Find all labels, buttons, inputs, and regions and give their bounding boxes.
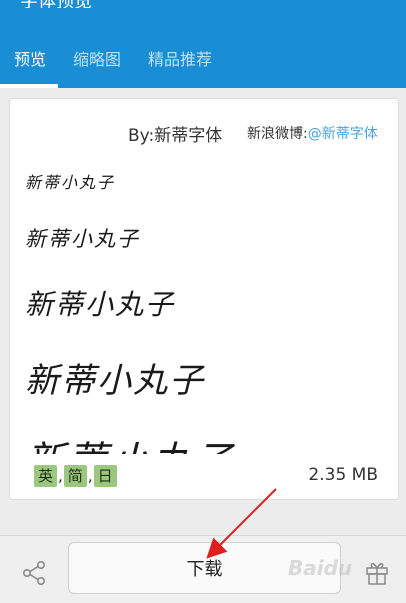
- weibo-info: 新浪微博:@新蒂字体: [247, 123, 378, 143]
- language-tags: 英,简,日: [34, 465, 117, 487]
- weibo-label: 新浪微博:: [247, 126, 308, 142]
- tag-separator: ,: [87, 467, 93, 485]
- font-preview-card: By:新蒂字体 新浪微博:@新蒂字体 新蒂小丸子 新蒂小丸子 新蒂小丸子 新蒂小…: [9, 98, 399, 500]
- tab-thumbnail[interactable]: 缩略图: [73, 46, 121, 70]
- language-tag-simplified: 简: [63, 465, 87, 487]
- baidu-watermark: Baidu: [288, 556, 353, 580]
- language-tag-english: 英: [34, 465, 58, 487]
- font-sample-line: 新蒂小丸子: [25, 173, 116, 192]
- file-size: 2.35 MB: [308, 465, 378, 485]
- font-sample-line: 新蒂小丸子: [25, 227, 140, 251]
- font-sample-line: 新蒂小丸子: [25, 288, 176, 321]
- gift-icon[interactable]: [364, 558, 390, 586]
- title-bar: 字体预览: [0, 0, 406, 8]
- active-tab-indicator: [0, 84, 58, 88]
- font-sample-line: 新蒂小丸子: [25, 361, 205, 401]
- share-icon[interactable]: [20, 559, 48, 587]
- download-label: 下载: [186, 559, 223, 580]
- page-title: 字体预览: [20, 0, 92, 8]
- tab-preview[interactable]: 预览: [14, 46, 46, 70]
- weibo-handle-link[interactable]: @新蒂字体: [308, 126, 378, 142]
- tag-separator: ,: [58, 467, 63, 485]
- author-label: By:新蒂字体: [128, 126, 223, 146]
- preview-area[interactable]: By:新蒂字体 新浪微博:@新蒂字体 新蒂小丸子 新蒂小丸子 新蒂小丸子 新蒂小…: [10, 99, 398, 454]
- font-sample-line: 新蒂小丸子: [25, 429, 235, 454]
- language-tag-japanese: 日: [93, 465, 117, 487]
- app-header: 字体预览 预览 缩略图 精品推荐: [0, 0, 406, 88]
- tab-recommend[interactable]: 精品推荐: [148, 46, 212, 70]
